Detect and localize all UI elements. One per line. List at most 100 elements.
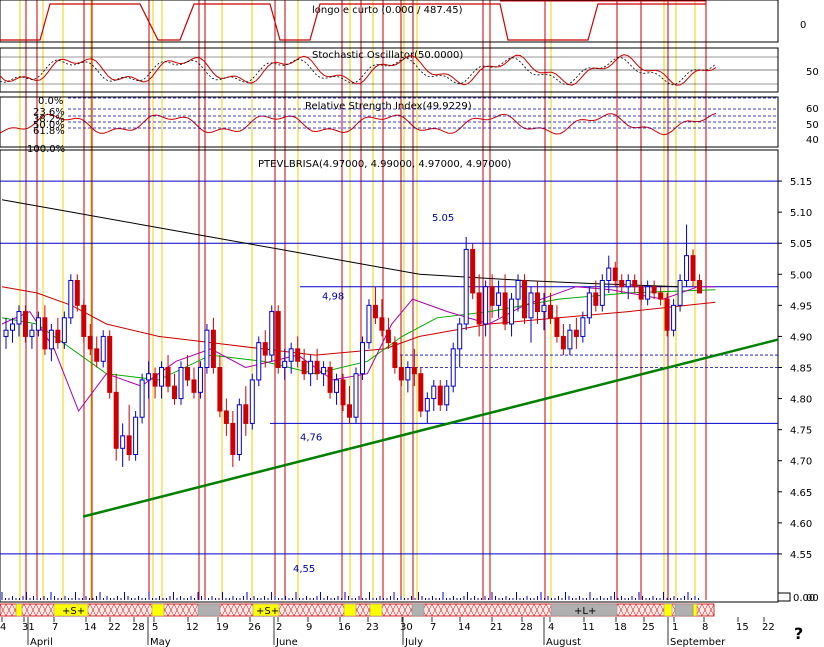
scrollbar-box	[777, 592, 791, 602]
candle-body	[204, 329, 210, 369]
candle-body	[217, 367, 223, 412]
candle-body	[81, 304, 87, 337]
stochastic-title: Stochastic Oscillator(50.0000)	[312, 50, 463, 61]
candle-body	[359, 342, 365, 375]
horizontal-levels: 5.05 4,98 4,76 4,55	[0, 180, 778, 575]
candle-body	[457, 323, 463, 350]
candle-body	[697, 280, 703, 294]
scrollbar-label: 00	[806, 593, 819, 604]
date-tick: 28	[132, 622, 145, 633]
rsi-line	[0, 112, 717, 136]
candle-body	[295, 348, 301, 362]
candle-body	[638, 286, 644, 300]
help-button[interactable]: ?	[794, 624, 803, 643]
candle-body	[547, 304, 553, 319]
candle-body	[612, 267, 618, 282]
signal-block-grey	[411, 603, 425, 617]
month-label: May	[150, 637, 171, 647]
candle-body	[632, 280, 638, 288]
candle-body	[619, 280, 625, 288]
date-tick: 22	[108, 622, 121, 633]
fib-level-label: 100.0%	[27, 144, 65, 155]
candle-body	[22, 311, 28, 337]
candle-body	[16, 311, 22, 325]
top-axis-tick: 0	[800, 20, 806, 31]
price-level-label: 4,55	[293, 564, 315, 575]
candle-body	[159, 367, 165, 387]
candle-body	[107, 335, 113, 393]
date-tick: 7	[52, 622, 58, 633]
date-tick: 18	[614, 622, 627, 633]
candle-body	[249, 379, 255, 424]
month-label: June	[275, 637, 298, 647]
date-tick: 25	[642, 622, 655, 633]
fib-level-label: 0.0%	[38, 96, 63, 107]
candle-body	[684, 255, 690, 281]
price-axis-tick: 4.85	[790, 364, 812, 375]
month-label: April	[30, 637, 53, 647]
candle-body	[424, 398, 430, 412]
price-axis-tick: 5.15	[790, 177, 812, 188]
candle-body	[489, 286, 495, 306]
candle-body	[522, 280, 528, 319]
price-axis-tick: 4.55	[790, 550, 812, 561]
date-tick: 9	[306, 622, 312, 633]
candle-body	[645, 286, 651, 300]
candle-body	[690, 255, 696, 281]
candle-body	[236, 404, 242, 455]
date-tick: 11	[582, 622, 595, 633]
candle-body	[398, 367, 404, 381]
candle-body	[366, 304, 372, 344]
candle-body	[3, 329, 9, 337]
signal-block-yellow	[343, 603, 357, 617]
candle-body	[431, 385, 437, 400]
candle-body	[94, 348, 100, 362]
date-tick: 2	[276, 622, 282, 633]
candle-body	[593, 292, 599, 306]
candle-body	[9, 323, 15, 331]
price-axis-tick: 4.60	[790, 519, 812, 530]
signal-bar: +S+ +S+ +L+	[0, 603, 715, 617]
month-label: August	[546, 637, 581, 647]
candle-body	[321, 367, 327, 375]
date-tick: 14	[458, 622, 471, 633]
signal-label: +S+	[62, 606, 85, 617]
candle-body	[671, 304, 677, 331]
candle-body	[327, 367, 333, 393]
candle-body	[586, 292, 592, 319]
candle-body	[677, 280, 683, 306]
month-label: September	[670, 637, 726, 647]
candle-body	[664, 298, 670, 331]
candle-body	[658, 292, 664, 300]
candle-body	[68, 280, 74, 319]
rsi-axis-tick: 40	[806, 135, 819, 146]
price-axis-tick: 4.90	[790, 332, 812, 343]
candle-body	[301, 360, 307, 375]
candle-body	[509, 298, 515, 325]
candle-body	[560, 335, 566, 350]
date-tick: 14	[84, 622, 97, 633]
candle-body	[262, 342, 268, 356]
top-indicator-panel: longo e curto (0.000 / 487.45) 0	[0, 0, 806, 41]
rsi-axis-tick: 50	[806, 120, 819, 131]
candle-body	[444, 385, 450, 406]
candle-body	[625, 280, 631, 288]
date-tick: 22	[762, 622, 775, 633]
price-axis-tick: 5.10	[790, 208, 812, 219]
rsi-title: Relative Strength Index(49.9229)	[305, 101, 472, 112]
candle-body	[385, 329, 391, 344]
date-tick: 23	[366, 622, 379, 633]
candle-body	[496, 292, 502, 306]
top-indicator-title: longo e curto (0.000 / 487.45)	[312, 5, 463, 16]
candle-body	[230, 422, 236, 455]
candle-body	[314, 360, 320, 375]
candle-body	[470, 248, 476, 294]
fib-level-label: 61.8%	[33, 126, 65, 137]
panel-frames	[0, 0, 779, 603]
candle-body	[42, 317, 48, 350]
candle-body	[172, 385, 178, 400]
candle-body	[651, 286, 657, 294]
candle-body	[418, 373, 424, 412]
candle-body	[379, 317, 385, 331]
candle-body	[340, 379, 346, 406]
